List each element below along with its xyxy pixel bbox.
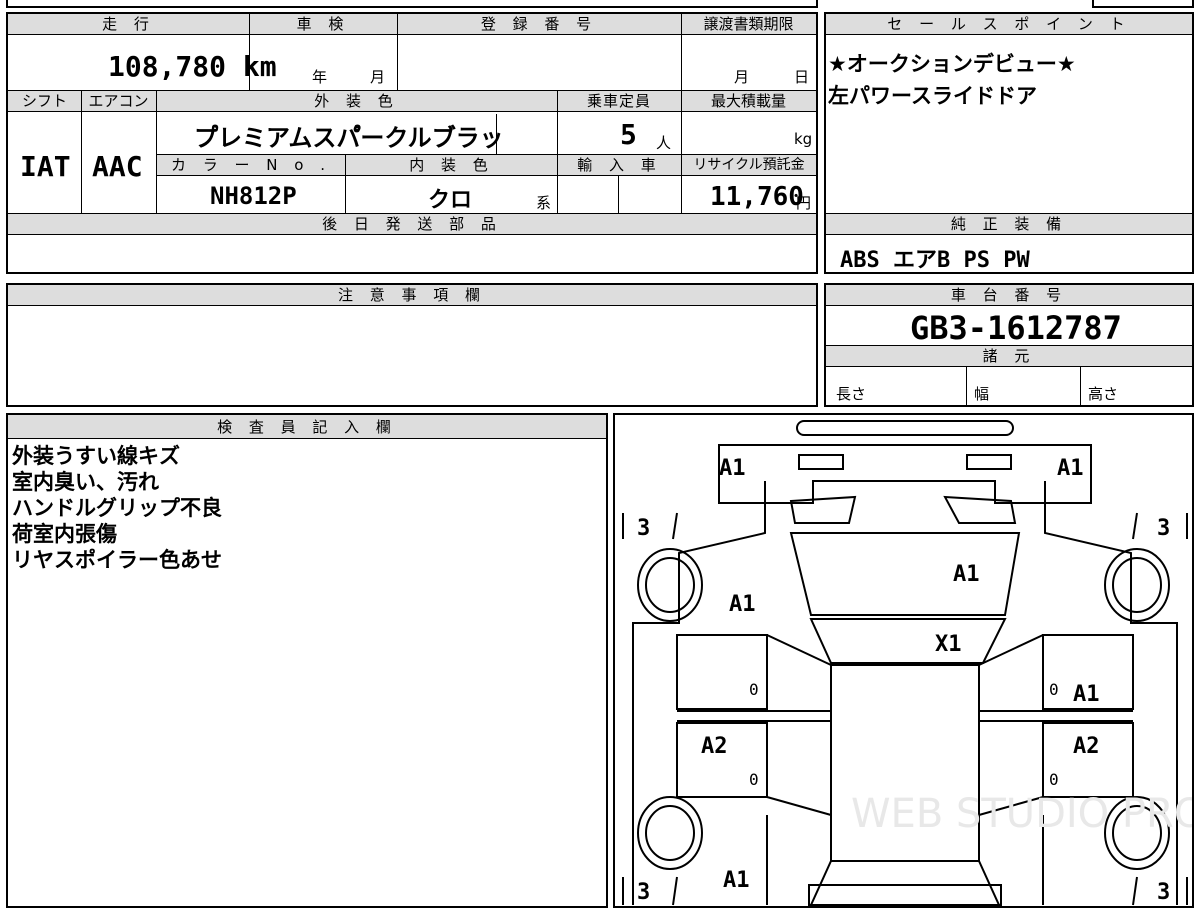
- mark-windshield: X1: [935, 632, 962, 657]
- exterior-color-label: 外 装 色: [156, 91, 557, 112]
- vehicle-diagram: A1 A1 3 3 3 3 A1 X1 A1 A1 A2 A2 A1 0 0 0…: [622, 420, 1192, 906]
- genuine-equipment-value: ABS エアB PS PW: [840, 248, 1030, 273]
- interior-color-value: クロ: [428, 188, 473, 213]
- inspector-label: 検 査 員 記 入 欄: [8, 415, 606, 439]
- info-table: 走 行 車 検 登 録 番 号 譲渡書類期限 108,780 km 年 月 月 …: [6, 12, 818, 274]
- interior-color-label: 内 装 色: [346, 155, 557, 176]
- mark-front-right: A1: [1057, 456, 1084, 481]
- sales-point-line-1: ★オークションデビュー★: [828, 52, 1076, 76]
- spec-width-label: 幅: [974, 385, 990, 403]
- mark-tire-rl: 3: [637, 880, 650, 905]
- inspector-box: 検 査 員 記 入 欄 外装うすい線キズ 室内臭い、汚れ ハンドルグリップ不良 …: [6, 413, 608, 908]
- specs-label: 諸 元: [826, 346, 1192, 367]
- spec-length-label: 長さ: [836, 385, 867, 403]
- mark-door-right-front: A1: [1073, 682, 1100, 707]
- exterior-color-value: プ゚レミアムスパ゚ークルブ゙ラッ: [194, 124, 504, 152]
- capacity-value: 5: [620, 118, 637, 151]
- color-no-value: NH812P: [210, 182, 297, 210]
- inspector-note: 室内臭い、汚れ: [12, 470, 159, 494]
- mark-door-lr-inner: 0: [749, 770, 759, 789]
- chassis-label: 車 台 番 号: [826, 285, 1192, 306]
- recycle-unit: 円: [796, 194, 812, 212]
- shaken-label: 車 検: [249, 14, 397, 35]
- later-parts-label: 後 日 発 送 部 品: [8, 214, 816, 235]
- transfer-deadline-label: 譲渡書類期限: [681, 14, 816, 35]
- import-label: 輸 入 車: [558, 155, 681, 176]
- sales-point-line-2: 左パワースライドドア: [828, 84, 1037, 108]
- shift-value: IAT: [20, 150, 71, 183]
- chassis-box: 車 台 番 号 GB3-1612787 諸 元 長さ 幅 高さ: [824, 283, 1194, 407]
- inspector-note: ハンドルグリップ不良: [12, 496, 222, 520]
- max-load-label: 最大積載量: [681, 91, 816, 112]
- mark-door-right-rear: A2: [1073, 734, 1100, 759]
- mark-door-rr-inner: 0: [1049, 770, 1059, 789]
- sales-points-label: セ ー ル ス ポ イ ン ト: [826, 14, 1192, 35]
- notes-box: 注 意 事 項 欄: [6, 283, 818, 407]
- mark-door-lf-inner: 0: [749, 680, 759, 699]
- deadline-day-unit: 日: [794, 68, 810, 86]
- mark-door-rf-inner: 0: [1049, 680, 1059, 699]
- chassis-value: GB3-1612787: [910, 309, 1122, 347]
- top-strip-right: [1092, 0, 1194, 8]
- genuine-equipment-label: 純 正 装 備: [826, 214, 1192, 235]
- spec-height-label: 高さ: [1088, 385, 1119, 403]
- top-strip: [6, 0, 818, 8]
- capacity-label: 乗車定員: [557, 91, 681, 112]
- mark-fender-left: A1: [729, 592, 756, 617]
- shaken-month-unit: 月: [370, 68, 386, 86]
- mark-tire-fl: 3: [637, 516, 650, 541]
- notes-label: 注 意 事 項 欄: [8, 285, 816, 306]
- inspector-notes: 外装うすい線キズ 室内臭い、汚れ ハンドルグリップ不良 荷室内張傷 リヤスポイラ…: [12, 443, 222, 573]
- recycle-value: 11,760: [710, 182, 804, 212]
- aircon-label: エアコン: [81, 91, 156, 112]
- interior-color-suffix: 系: [536, 194, 552, 212]
- mark-tire-rr: 3: [1157, 880, 1170, 905]
- vehicle-diagram-box: A1 A1 3 3 3 3 A1 X1 A1 A1 A2 A2 A1 0 0 0…: [613, 413, 1194, 908]
- mark-hood: A1: [953, 562, 980, 587]
- capacity-unit: 人: [656, 134, 672, 152]
- max-load-unit: kg: [794, 130, 813, 148]
- deadline-month-unit: 月: [734, 68, 750, 86]
- inspector-note: 外装うすい線キズ: [12, 444, 180, 468]
- shift-label: シフト: [8, 91, 81, 112]
- mileage-label: 走 行: [8, 14, 249, 35]
- shaken-year-unit: 年: [312, 68, 328, 86]
- mark-front-left: A1: [719, 456, 746, 481]
- color-no-label: カ ラ ー N o .: [157, 155, 345, 176]
- mileage-value: 108,780 km: [108, 50, 277, 83]
- mark-tire-fr: 3: [1157, 516, 1170, 541]
- inspector-note: リヤスポイラー色あせ: [12, 548, 222, 572]
- recycle-label: リサイクル預託金: [682, 155, 816, 176]
- aircon-value: AAC: [92, 150, 143, 183]
- inspector-note: 荷室内張傷: [12, 522, 117, 546]
- registration-label: 登 録 番 号: [397, 14, 681, 35]
- sales-points-box: セ ー ル ス ポ イ ン ト ★オークションデビュー★ 左パワースライドドア …: [824, 12, 1194, 274]
- watermark: WEB STUDIO PRO: [851, 791, 1192, 837]
- mark-door-left-rear: A2: [701, 734, 728, 759]
- mark-rear-left: A1: [723, 868, 750, 893]
